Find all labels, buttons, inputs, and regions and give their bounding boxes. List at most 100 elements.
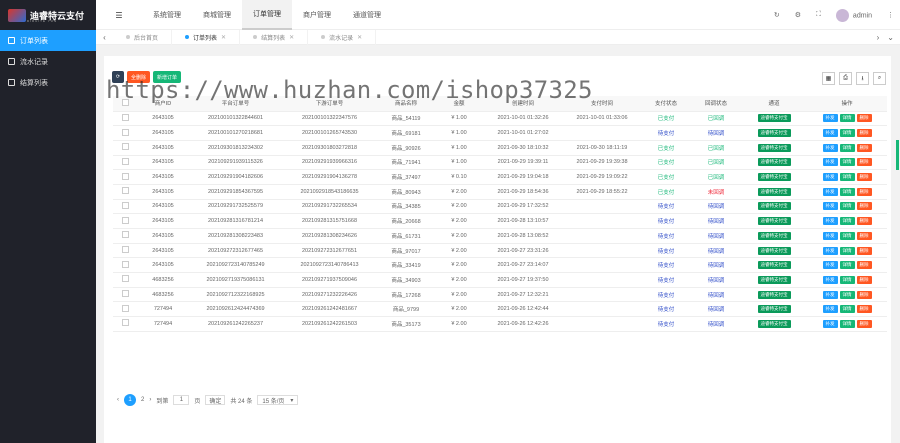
- reissue-button[interactable]: 补发: [822, 173, 838, 182]
- detail-button[interactable]: 详情: [839, 275, 855, 284]
- tab-left-arrow-icon[interactable]: ‹: [96, 33, 113, 42]
- close-icon[interactable]: ✕: [221, 34, 226, 41]
- per-page-select[interactable]: 15 条/页 ▾: [257, 395, 299, 405]
- row-checkbox[interactable]: [121, 260, 129, 268]
- detail-button[interactable]: 详情: [839, 305, 855, 314]
- fullscreen-icon[interactable]: ⛶: [816, 11, 821, 19]
- reissue-button[interactable]: 补发: [822, 158, 838, 167]
- actions-cell: 补发 详情 删除: [807, 199, 887, 215]
- user-menu[interactable]: admin: [835, 8, 872, 22]
- detail-button[interactable]: 详情: [839, 187, 855, 196]
- row-checkbox[interactable]: [121, 157, 129, 165]
- export-icon[interactable]: ⭳: [856, 72, 869, 85]
- detail-button[interactable]: 详情: [839, 319, 855, 328]
- detail-button[interactable]: 详情: [839, 217, 855, 226]
- prev-page-icon[interactable]: ‹: [117, 397, 119, 403]
- search-icon[interactable]: ⌕: [873, 72, 886, 85]
- chevron-down-icon[interactable]: ⌄: [887, 33, 894, 42]
- row-checkbox[interactable]: [121, 304, 129, 312]
- page-scrollbar[interactable]: [896, 140, 899, 170]
- tab-right-arrow-icon[interactable]: ›: [877, 33, 880, 42]
- page-1-button[interactable]: 1: [124, 394, 136, 406]
- reissue-button[interactable]: 补发: [822, 319, 838, 328]
- detail-button[interactable]: 详情: [839, 290, 855, 299]
- tab-order-list[interactable]: 订单列表 ✕: [172, 29, 241, 45]
- reissue-button[interactable]: 补发: [822, 114, 838, 123]
- confirm-button[interactable]: 确定: [205, 395, 226, 405]
- gear-icon[interactable]: ⚙: [795, 11, 801, 19]
- reissue-button[interactable]: 补发: [822, 261, 838, 270]
- reissue-button[interactable]: 补发: [822, 290, 838, 299]
- delete-button[interactable]: 删除: [856, 217, 872, 226]
- per-page-value: 15 条/页: [262, 398, 285, 405]
- delete-button[interactable]: 删除: [856, 158, 872, 167]
- row-checkbox[interactable]: [121, 113, 129, 121]
- row-checkbox[interactable]: [121, 246, 129, 254]
- delete-button[interactable]: 删除: [856, 143, 872, 152]
- delete-button[interactable]: 删除: [856, 261, 872, 270]
- row-checkbox[interactable]: [121, 216, 129, 224]
- channel-badge: 迪睿特支付宝: [757, 231, 791, 240]
- delete-button[interactable]: 删除: [856, 319, 872, 328]
- delete-button[interactable]: 删除: [856, 187, 872, 196]
- sidebar-item-order-list[interactable]: 订单列表: [0, 30, 96, 51]
- tab-home[interactable]: 后台首页: [113, 29, 173, 45]
- detail-button[interactable]: 详情: [839, 202, 855, 211]
- reissue-button[interactable]: 补发: [822, 275, 838, 284]
- delete-button[interactable]: 删除: [856, 173, 872, 182]
- close-icon[interactable]: ✕: [357, 34, 362, 41]
- print-icon[interactable]: ⎙: [839, 72, 852, 85]
- row-checkbox[interactable]: [121, 143, 129, 151]
- detail-button[interactable]: 详情: [839, 246, 855, 255]
- reissue-button[interactable]: 补发: [822, 143, 838, 152]
- detail-button[interactable]: 详情: [839, 129, 855, 138]
- reissue-button[interactable]: 补发: [822, 305, 838, 314]
- sidebar-item-settlement-list[interactable]: 结算列表: [0, 72, 96, 93]
- reissue-button[interactable]: 补发: [822, 246, 838, 255]
- sidebar-item-flow-records[interactable]: 流水记录: [0, 51, 96, 72]
- delete-button[interactable]: 删除: [856, 305, 872, 314]
- delete-button[interactable]: 删除: [856, 246, 872, 255]
- more-icon[interactable]: ⋮: [887, 11, 894, 19]
- row-checkbox[interactable]: [121, 201, 129, 209]
- delete-button[interactable]: 删除: [856, 231, 872, 240]
- reissue-button[interactable]: 补发: [822, 231, 838, 240]
- nav-channel[interactable]: 通道管理: [342, 0, 392, 30]
- menu-toggle-icon[interactable]: ☰: [96, 0, 142, 30]
- row-checkbox[interactable]: [121, 172, 129, 180]
- page-2-button[interactable]: 2: [141, 397, 144, 403]
- row-checkbox[interactable]: [121, 231, 129, 239]
- reissue-button[interactable]: 补发: [822, 202, 838, 211]
- reissue-button[interactable]: 补发: [822, 129, 838, 138]
- detail-button[interactable]: 详情: [839, 173, 855, 182]
- delete-button[interactable]: 删除: [856, 275, 872, 284]
- close-icon[interactable]: ✕: [289, 34, 294, 41]
- detail-button[interactable]: 详情: [839, 231, 855, 240]
- reissue-button[interactable]: 补发: [822, 187, 838, 196]
- columns-icon[interactable]: ▦: [822, 72, 835, 85]
- product-name-cell: 商品_80943: [377, 184, 435, 200]
- refresh-icon[interactable]: ↻: [774, 11, 780, 19]
- row-checkbox[interactable]: [121, 187, 129, 195]
- row-checkbox[interactable]: [121, 319, 129, 327]
- next-page-icon[interactable]: ›: [149, 397, 151, 403]
- tab-settlement-list[interactable]: 结算列表 ✕: [240, 29, 309, 45]
- delete-button[interactable]: 删除: [856, 290, 872, 299]
- nav-merchant[interactable]: 商户管理: [292, 0, 342, 30]
- nav-order[interactable]: 订单管理: [242, 0, 292, 30]
- delete-button[interactable]: 删除: [856, 129, 872, 138]
- delete-button[interactable]: 删除: [856, 114, 872, 123]
- tab-flow-records[interactable]: 流水记录 ✕: [308, 29, 377, 45]
- goto-page-input[interactable]: 1: [173, 395, 190, 405]
- row-checkbox[interactable]: [121, 128, 129, 136]
- detail-button[interactable]: 详情: [839, 114, 855, 123]
- delete-button[interactable]: 删除: [856, 202, 872, 211]
- reissue-button[interactable]: 补发: [822, 217, 838, 226]
- row-checkbox[interactable]: [121, 275, 129, 283]
- detail-button[interactable]: 详情: [839, 158, 855, 167]
- nav-mall[interactable]: 商城管理: [192, 0, 242, 30]
- nav-system[interactable]: 系统管理: [142, 0, 192, 30]
- detail-button[interactable]: 详情: [839, 261, 855, 270]
- detail-button[interactable]: 详情: [839, 143, 855, 152]
- row-checkbox[interactable]: [121, 290, 129, 298]
